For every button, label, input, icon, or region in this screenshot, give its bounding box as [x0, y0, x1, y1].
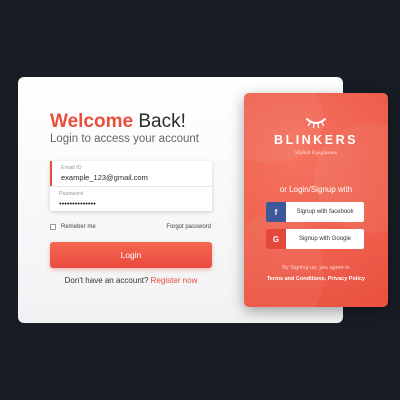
- social-signup-panel: BLINKERS Stylish Eyeglasses or Login/Sig…: [244, 93, 388, 307]
- facebook-icon: f: [266, 202, 286, 222]
- credentials-form: Email ID example_123@gmail.com Password …: [50, 161, 212, 211]
- google-signup-button[interactable]: G Signup with Google: [266, 229, 364, 249]
- page-subtitle: Login to access your account: [50, 133, 199, 145]
- password-field-value: ••••••••••••••: [59, 199, 96, 208]
- brand-logo: BLINKERS: [274, 133, 358, 147]
- social-heading: or Login/Signup with: [279, 185, 353, 194]
- facebook-signup-label: Signup with facebook: [296, 209, 354, 215]
- agree-text: By Signing up, you agree to: [282, 265, 350, 271]
- email-field-value: example_123@gmail.com: [61, 173, 148, 182]
- title-rest: Back!: [133, 111, 186, 132]
- remember-me[interactable]: Remeber me: [50, 224, 96, 230]
- google-icon: G: [266, 229, 286, 249]
- login-button[interactable]: Login: [50, 242, 212, 268]
- title-accent: Welcome: [50, 111, 134, 132]
- password-field-label: Password: [59, 191, 84, 197]
- email-field-label: Email ID: [61, 165, 82, 171]
- signup-prompt-text: Don't have an account?: [64, 276, 151, 285]
- register-link[interactable]: Register now: [151, 276, 198, 285]
- brand-tagline: Stylish Eyeglasses: [294, 151, 338, 156]
- panel-leaf-decoration: [244, 213, 324, 307]
- forgot-password-link[interactable]: Forgot password: [166, 224, 211, 230]
- remember-me-checkbox[interactable]: [50, 224, 56, 230]
- closed-eye-icon: [306, 118, 326, 129]
- signup-prompt: Don't have an account? Register now: [50, 276, 212, 285]
- password-field[interactable]: Password ••••••••••••••: [50, 186, 212, 211]
- email-field[interactable]: Email ID example_123@gmail.com: [50, 161, 212, 186]
- page-title: Welcome Back!: [50, 111, 186, 133]
- google-signup-label: Signup with Google: [298, 236, 352, 242]
- remember-me-label: Remeber me: [61, 224, 96, 230]
- terms-privacy-link[interactable]: Terms and Conditions, Privacy Policy: [244, 276, 388, 282]
- facebook-signup-button[interactable]: f Signup with facebook: [266, 202, 364, 222]
